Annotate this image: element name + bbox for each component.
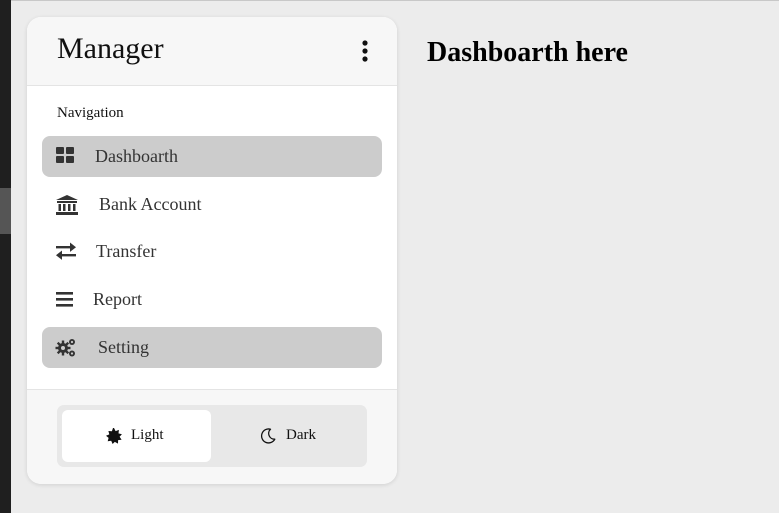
more-vertical-icon[interactable]: [357, 39, 373, 63]
theme-dark-label: Dark: [286, 427, 316, 443]
transfer-icon: [55, 241, 77, 263]
grid-icon: [55, 146, 77, 168]
sidebar-item-label: Bank Account: [99, 194, 202, 214]
sidebar-item-label: Transfer: [96, 241, 157, 261]
list-icon: [55, 289, 77, 311]
sidebar-item-label: Dashboarth: [95, 146, 178, 166]
page-title: Dashboarth here: [427, 37, 628, 68]
theme-dark-button[interactable]: Dark: [213, 410, 362, 462]
theme-light-label: Light: [131, 427, 164, 443]
sidebar-item-label: Setting: [98, 337, 150, 357]
sidebar-title: Manager: [57, 32, 164, 65]
window-left-edge: [0, 0, 11, 513]
sidebar-item-dashboarth[interactable]: Dashboarth: [42, 136, 382, 177]
moon-icon: [260, 428, 276, 444]
sidebar-footer: Light Dark: [27, 389, 397, 484]
sidebar: Manager Navigation Dashboarth Bank Accou…: [27, 17, 397, 484]
sidebar-item-label: Report: [93, 289, 142, 309]
sidebar-item-bank-account[interactable]: Bank Account: [42, 184, 382, 225]
sidebar-item-report[interactable]: Report: [42, 279, 382, 320]
theme-toggle: Light Dark: [57, 405, 367, 467]
gears-icon: [55, 337, 77, 359]
bank-icon: [55, 194, 78, 216]
sun-icon: [106, 428, 122, 444]
nav-section-label: Navigation: [57, 105, 124, 121]
sidebar-item-transfer[interactable]: Transfer: [42, 231, 382, 272]
top-divider: [11, 0, 779, 1]
resize-handle[interactable]: [0, 188, 11, 234]
theme-light-button[interactable]: Light: [62, 410, 211, 462]
sidebar-item-setting[interactable]: Setting: [42, 327, 382, 368]
sidebar-header: Manager: [27, 17, 397, 86]
